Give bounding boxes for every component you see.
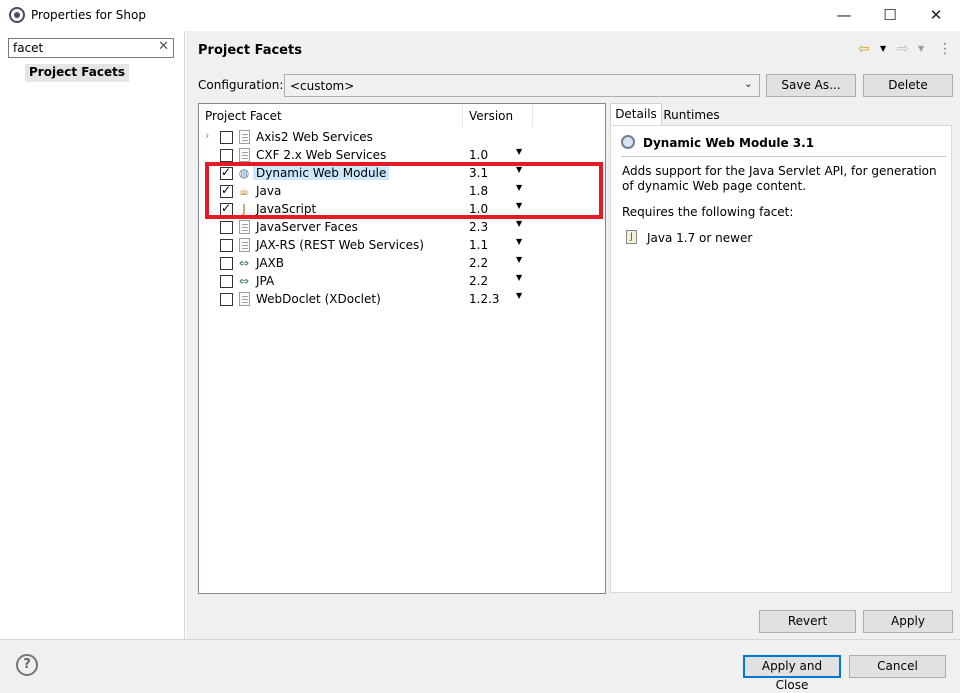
tab-runtimes[interactable]: Runtimes xyxy=(663,105,720,125)
facet-checkbox[interactable] xyxy=(220,257,233,270)
facet-version[interactable]: 2.2 xyxy=(469,274,488,288)
facet-name: JAX-RS (REST Web Services) xyxy=(256,238,424,252)
eclipse-icon xyxy=(9,7,25,23)
minimize-button[interactable]: — xyxy=(821,0,867,30)
requires-label: Requires the following facet: xyxy=(622,205,794,219)
web-module-icon xyxy=(621,135,635,149)
forward-icon[interactable]: ⇨ xyxy=(897,40,909,58)
table-row[interactable]: WebDoclet (XDoclet) 1.2.3 ▼ xyxy=(199,290,605,308)
close-button[interactable]: ✕ xyxy=(913,0,959,30)
doc-icon xyxy=(239,238,250,252)
facet-checkbox[interactable] xyxy=(220,221,233,234)
facet-checkbox[interactable] xyxy=(220,275,233,288)
column-divider[interactable] xyxy=(532,104,533,127)
column-divider[interactable] xyxy=(462,104,463,127)
apply-and-close-button[interactable]: Apply and Close xyxy=(743,655,841,692)
help-icon[interactable]: ? xyxy=(16,654,38,676)
highlight-box xyxy=(205,162,603,219)
chevron-down-icon: ⌄ xyxy=(743,77,753,90)
table-row[interactable]: JAX-RS (REST Web Services) 1.1 ▼ xyxy=(199,236,605,254)
configuration-label: Configuration: xyxy=(198,78,284,92)
configuration-value: <custom> xyxy=(290,79,355,93)
details-pane: Details Runtimes Dynamic Web Module 3.1 … xyxy=(610,103,953,593)
table-row[interactable]: › Axis2 Web Services xyxy=(199,128,605,146)
facet-version[interactable]: 2.2 xyxy=(469,256,488,270)
table-row[interactable]: JavaServer Faces 2.3 ▼ xyxy=(199,218,605,236)
arrows-icon: ⇔ xyxy=(238,274,250,288)
version-dropdown-icon[interactable]: ▼ xyxy=(516,273,522,282)
version-dropdown-icon[interactable]: ▼ xyxy=(516,237,522,246)
version-dropdown-icon[interactable]: ▼ xyxy=(516,147,522,156)
tree-item-project-facets[interactable]: Project Facets xyxy=(25,64,129,82)
divider xyxy=(621,156,946,157)
facet-checkbox[interactable] xyxy=(220,293,233,306)
facet-version[interactable]: 1.1 xyxy=(469,238,488,252)
facet-name: JPA xyxy=(256,274,275,288)
facet-version[interactable]: 2.3 xyxy=(469,220,488,234)
details-title: Dynamic Web Module 3.1 xyxy=(643,136,815,150)
left-pane xyxy=(0,31,185,639)
back-dropdown-icon[interactable]: ▼ xyxy=(880,40,886,58)
save-as-button[interactable]: Save As... xyxy=(766,74,856,97)
page-title: Project Facets xyxy=(198,43,302,58)
facet-checkbox[interactable] xyxy=(220,239,233,252)
clear-icon[interactable]: ✕ xyxy=(158,39,169,54)
chevron-right-icon[interactable]: › xyxy=(205,129,209,142)
delete-button[interactable]: Delete xyxy=(863,74,953,97)
facet-name: CXF 2.x Web Services xyxy=(256,148,387,162)
filter-value: facet xyxy=(13,41,44,55)
arrows-icon: ⇔ xyxy=(238,256,250,270)
window-title: Properties for Shop xyxy=(31,8,146,22)
facet-name: JAXB xyxy=(256,256,284,270)
column-header-version[interactable]: Version xyxy=(469,109,513,123)
maximize-button[interactable]: ☐ xyxy=(867,0,913,30)
facet-checkbox[interactable] xyxy=(220,149,233,162)
filter-input[interactable]: facet ✕ xyxy=(8,38,174,58)
java-icon: J xyxy=(626,230,637,244)
facet-name: Axis2 Web Services xyxy=(256,130,373,144)
apply-button[interactable]: Apply xyxy=(863,610,953,633)
details-body: Dynamic Web Module 3.1 Adds support for … xyxy=(610,125,952,593)
configuration-select[interactable]: <custom> ⌄ xyxy=(284,74,760,97)
version-dropdown-icon[interactable]: ▼ xyxy=(516,291,522,300)
doc-icon xyxy=(239,220,250,234)
facet-version[interactable]: 1.2.3 xyxy=(469,292,500,306)
cancel-button[interactable]: Cancel xyxy=(849,655,946,678)
column-header-facet[interactable]: Project Facet xyxy=(205,109,282,123)
doc-icon xyxy=(239,130,250,144)
tab-details[interactable]: Details xyxy=(610,103,662,125)
facet-name: WebDoclet (XDoclet) xyxy=(256,292,381,306)
requirement-text: Java 1.7 or newer xyxy=(647,231,753,245)
facet-name: JavaServer Faces xyxy=(256,220,358,234)
table-row[interactable]: ⇔ JAXB 2.2 ▼ xyxy=(199,254,605,272)
view-menu-icon[interactable]: ⋮ xyxy=(938,40,952,58)
facet-version[interactable]: 1.0 xyxy=(469,148,488,162)
version-dropdown-icon[interactable]: ▼ xyxy=(516,255,522,264)
facet-checkbox[interactable] xyxy=(220,131,233,144)
back-icon[interactable]: ⇦ xyxy=(858,40,870,58)
doc-icon xyxy=(239,292,250,306)
details-description: Adds support for the Java Servlet API, f… xyxy=(622,164,937,193)
version-dropdown-icon[interactable]: ▼ xyxy=(516,219,522,228)
doc-icon xyxy=(239,148,250,162)
forward-dropdown-icon[interactable]: ▼ xyxy=(918,40,924,58)
table-row[interactable]: ⇔ JPA 2.2 ▼ xyxy=(199,272,605,290)
revert-button[interactable]: Revert xyxy=(759,610,856,633)
